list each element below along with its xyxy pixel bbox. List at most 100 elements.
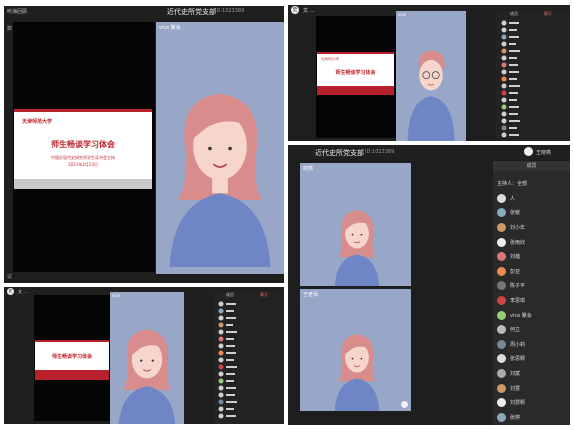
- meeting-title: 近代史所党支部: [167, 8, 216, 16]
- participant-avatar: [497, 325, 506, 335]
- participant-name: 人: [510, 195, 516, 202]
- participant-avatar: [497, 398, 506, 408]
- participant-name: vice 聚会: [510, 312, 532, 319]
- participant-row[interactable]: 刘斌: [497, 366, 569, 381]
- participant-avatar: [497, 310, 506, 320]
- participant-name: 周小莉: [510, 341, 526, 348]
- avatar-illustration: [407, 50, 455, 141]
- participant-avatar: [497, 281, 506, 291]
- screenshot-panel-b: 史 文 … 天津师范大学 师生畅谈学习体会 vice 成员 聊天: [288, 5, 570, 141]
- avatar: 史: [7, 288, 14, 295]
- avatar-illustration: [118, 329, 176, 424]
- window-titlebar: 听海回顾 近代史所党支部 ID:1023389: [4, 6, 284, 18]
- participant-row[interactable]: 陈子平: [497, 279, 569, 294]
- avatar-illustration: [334, 334, 380, 411]
- participant-video[interactable]: vice: [110, 292, 184, 424]
- participant-row[interactable]: 人: [497, 191, 569, 206]
- participant-list: [501, 20, 520, 138]
- video-name-label: vice: [112, 293, 121, 298]
- participant-row[interactable]: 周小莉: [497, 337, 569, 352]
- top-left-label: 听海回顾: [7, 9, 28, 15]
- participant-row[interactable]: vice 聚会: [497, 308, 569, 323]
- meeting-id: ID:1023389: [365, 149, 395, 155]
- video-name-label: vice: [398, 12, 407, 17]
- participant-name: 何立: [510, 327, 521, 334]
- video-name-label: vice 聚会: [159, 25, 181, 31]
- screenshot-panel-a: 听海回顾 近代史所党支部 ID:1023389 数： 天津师范大学 师生畅谈学习…: [4, 6, 284, 283]
- host-label: 主持人：: [497, 181, 518, 187]
- participant-avatar: [497, 237, 506, 247]
- participant-video-2[interactable]: 王老师: [300, 289, 411, 411]
- participant-name: 彭亚: [510, 268, 521, 275]
- slide-title: 师生畅谈学习体会: [51, 354, 92, 360]
- participant-name: 李思琪: [510, 297, 526, 304]
- slide-logo: 天津师范大学: [321, 57, 340, 61]
- participant-avatar: [497, 295, 506, 305]
- participant-list: [218, 301, 237, 419]
- participant-avatar: [497, 383, 506, 393]
- participant-avatar: [497, 354, 506, 364]
- participant-avatar: [497, 208, 506, 218]
- members-panel: 成员 聊天: [496, 11, 570, 141]
- mute-all-button[interactable]: 全部: [517, 180, 527, 187]
- participant-avatar: [497, 193, 506, 203]
- presentation-slide: 天津师范大学 师生畅谈学习体会 中国近现代史研究所学生读书会主持 2021年2月…: [14, 109, 152, 189]
- participant-name: 刘慧颖: [510, 400, 526, 407]
- slide-title: 师生畅谈学习体会: [51, 140, 115, 149]
- user-name: 文 …: [303, 8, 315, 14]
- settings-icon[interactable]: [401, 401, 408, 408]
- members-panel: 成员 主持人： 全部 人张敏刘小年张雨欣刘蓓彭亚陈子平李思琪 vice 聚会 何立周…: [493, 161, 570, 425]
- participant-avatar: [497, 252, 506, 262]
- participant-row[interactable]: 刘蓓: [497, 249, 569, 264]
- user-name: 文 …: [18, 289, 28, 294]
- user-name: 王晓燕: [536, 150, 552, 156]
- participant-video[interactable]: vice 聚会: [156, 22, 284, 274]
- participant-row[interactable]: 张敏: [497, 206, 569, 221]
- meeting-title: 近代史所党支部: [315, 149, 364, 157]
- participant-name: 陈子平: [510, 283, 526, 290]
- bottom-label: 议: [7, 274, 13, 280]
- participant-row[interactable]: 张婷: [497, 410, 569, 425]
- user-avatar: [524, 147, 533, 156]
- participant-name: 刘斌: [510, 370, 521, 377]
- slide-logo: 天津师范大学: [22, 119, 53, 125]
- participant-row[interactable]: 张雨欣: [497, 235, 569, 250]
- participant-avatar: [497, 368, 506, 378]
- participant-name: 张思颖: [510, 356, 526, 363]
- participant-avatar: [497, 339, 506, 349]
- avatar-illustration: [334, 210, 380, 286]
- participant-name: 刘小年: [510, 224, 526, 231]
- members-panel: 成员 聊天: [214, 292, 284, 424]
- meeting-id: ID:1023389: [215, 8, 245, 14]
- avatar-illustration: [169, 93, 271, 267]
- participant-row[interactable]: 彭亚: [497, 264, 569, 279]
- participant-avatar: [497, 266, 506, 276]
- slide-date: 2021年2月23日: [68, 162, 98, 167]
- participant-name: 刘蓓: [510, 254, 521, 261]
- participant-name: 张雨欣: [510, 239, 526, 246]
- participant-row[interactable]: 何立: [497, 322, 569, 337]
- slide-subtitle: 中国近现代史研究所学生读书会主持: [51, 155, 115, 160]
- presentation-slide: 师生畅谈学习体会: [35, 340, 109, 380]
- participant-row[interactable]: 刘小年: [497, 220, 569, 235]
- participant-row[interactable]: 刘慧: [497, 381, 569, 396]
- screenshot-panel-c: 近代史所党支部 ID:1023389 王晓燕 晓燕 王老师 成员 主持人： 全部: [288, 145, 570, 425]
- participant-row[interactable]: 张思颖: [497, 352, 569, 367]
- participant-name: 刘慧: [510, 385, 521, 392]
- avatar: 史: [291, 6, 299, 14]
- participant-avatar: [497, 412, 506, 422]
- members-header: 成员: [493, 161, 570, 171]
- screenshot-panel-d: 史 文 … 师生畅谈学习体会 vice 成员 聊天: [4, 287, 284, 424]
- participant-avatar: [497, 222, 506, 232]
- participant-row[interactable]: 刘慧颖: [497, 395, 569, 410]
- participant-video[interactable]: vice: [396, 11, 466, 141]
- participant-video-1[interactable]: 晓燕: [300, 163, 411, 286]
- window-titlebar: 近代史所党支部 ID:1023389 王晓燕: [288, 145, 570, 159]
- participant-name: 张婷: [510, 414, 521, 421]
- participant-list: 人张敏刘小年张雨欣刘蓓彭亚陈子平李思琪 vice 聚会 何立周小莉张思颖刘斌刘慧刘慧…: [497, 191, 569, 425]
- participant-row[interactable]: 李思琪: [497, 293, 569, 308]
- video-name-label: 晓燕: [303, 166, 314, 172]
- video-name-label: 王老师: [303, 292, 319, 298]
- participant-name: 张敏: [510, 210, 521, 217]
- presentation-slide: 天津师范大学 师生畅谈学习体会: [317, 52, 394, 95]
